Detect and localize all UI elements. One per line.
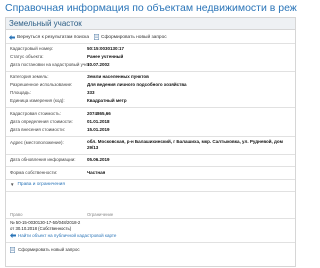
row-registration-date: Дата постановки на кадастровый учет: 10.…: [6, 61, 295, 68]
row-ownership-form: Форма собственности: Частная: [6, 169, 295, 176]
row-update-date: Дата обновления информации: 05.06.2019: [6, 156, 295, 163]
divider: [6, 136, 295, 137]
object-info-panel: Земельный участок Вернуться к результата…: [5, 17, 296, 267]
row-value: 2074865,66: [87, 111, 111, 116]
row-value: 333: [87, 90, 95, 95]
back-arrow-icon: [10, 233, 16, 238]
public-map-link-label: Найти объект на публичной кадастровой ка…: [18, 233, 117, 238]
row-value: Земли населенных пунктов: [87, 74, 149, 79]
divider: [6, 218, 295, 219]
row-value: 10.07.2002: [87, 62, 110, 67]
row-object-status: Статус объекта: Ранее учтенный: [6, 53, 295, 60]
divider: [6, 71, 295, 72]
row-label: Статус объекта:: [10, 54, 44, 59]
rights-section-toggle[interactable]: ▼ Права и ограничения: [10, 182, 65, 187]
new-request-button-top[interactable]: Сформировать новый запрос: [94, 34, 167, 40]
divider: [6, 107, 295, 108]
row-label: Кадастровая стоимость:: [10, 111, 61, 116]
row-label: Разрешенное использование:: [10, 82, 73, 87]
row-label: Дата обновления информации:: [10, 157, 76, 162]
row-value: Ранее учтенный: [87, 54, 124, 59]
divider: [6, 242, 295, 243]
row-label: Дата внесения стоимости:: [10, 127, 65, 132]
row-value: Для ведения личного подсобного хозяйства: [87, 82, 187, 87]
row-label: Дата постановки на кадастровый учет:: [10, 62, 91, 67]
document-icon: [94, 34, 99, 40]
column-header-right: Право: [10, 212, 23, 217]
rights-entry-date: от 30.10.2018 (Собственность): [10, 225, 72, 231]
back-to-results-label: Вернуться к результатам поиска: [17, 34, 89, 40]
divider: [6, 179, 295, 180]
row-cost-entry-date: Дата внесения стоимости: 15.01.2019: [6, 126, 295, 133]
row-label: Кадастровый номер:: [10, 46, 54, 51]
back-to-results-button[interactable]: Вернуться к результатам поиска: [9, 34, 89, 40]
document-icon: [10, 247, 16, 254]
row-label: Единица измерения (код):: [10, 98, 65, 103]
new-request-button-bottom[interactable]: Сформировать новый запрос: [10, 247, 80, 254]
rights-table-header: Право Ограничение: [6, 211, 295, 218]
row-value: 01.01.2018: [87, 119, 110, 124]
row-address: Адрес (местоположение): обл. Московская,…: [6, 139, 295, 153]
new-request-label-bottom: Сформировать новый запрос: [18, 247, 80, 252]
row-cadastral-number: Кадастровый номер: 50:15:0030130:17: [6, 45, 295, 52]
row-land-category: Категория земель: Земли населенных пункт…: [6, 73, 295, 80]
rights-section-title: Права и ограничения: [17, 182, 65, 187]
divider: [6, 166, 295, 167]
row-label: Адрес (местоположение):: [10, 140, 64, 145]
divider: [6, 43, 295, 44]
page-title: Справочная информация по объектам недвиж…: [5, 2, 297, 14]
row-label: Площадь:: [10, 90, 31, 95]
row-label: Дата определения стоимости:: [10, 119, 73, 124]
column-header-restriction: Ограничение: [87, 212, 114, 217]
row-label: Категория земель:: [10, 74, 49, 79]
row-cost-determination-date: Дата определения стоимости: 01.01.2018: [6, 118, 295, 125]
divider: [6, 191, 295, 192]
divider: [6, 154, 295, 155]
back-arrow-icon: [9, 34, 15, 40]
row-value: 15.01.2019: [87, 127, 110, 132]
row-value: 50:15:0030130:17: [87, 46, 125, 51]
row-cadastral-cost: Кадастровая стоимость: 2074865,66: [6, 110, 295, 117]
row-value: обл. Московская, р-н Балашихинский, г Ба…: [87, 139, 283, 150]
row-permitted-use: Разрешенное использование: Для ведения л…: [6, 81, 295, 88]
row-unit: Единица измерения (код): Квадратный метр: [6, 97, 295, 104]
chevron-down-icon: ▼: [10, 182, 15, 187]
row-value: Частная: [87, 170, 106, 175]
row-value: 05.06.2019: [87, 157, 110, 162]
top-actions: Вернуться к результатам поиска Сформиров…: [9, 33, 172, 41]
row-label: Форма собственности:: [10, 170, 58, 175]
rights-entry: № 50-15-0030130-17-50/048/2018-2 от 30.1…: [10, 220, 130, 231]
panel-heading: Земельный участок: [6, 18, 295, 30]
row-value: Квадратный метр: [87, 98, 127, 103]
public-map-link[interactable]: Найти объект на публичной кадастровой ка…: [10, 233, 116, 238]
row-area: Площадь: 333: [6, 89, 295, 96]
new-request-label-top: Сформировать новый запрос: [101, 34, 167, 40]
